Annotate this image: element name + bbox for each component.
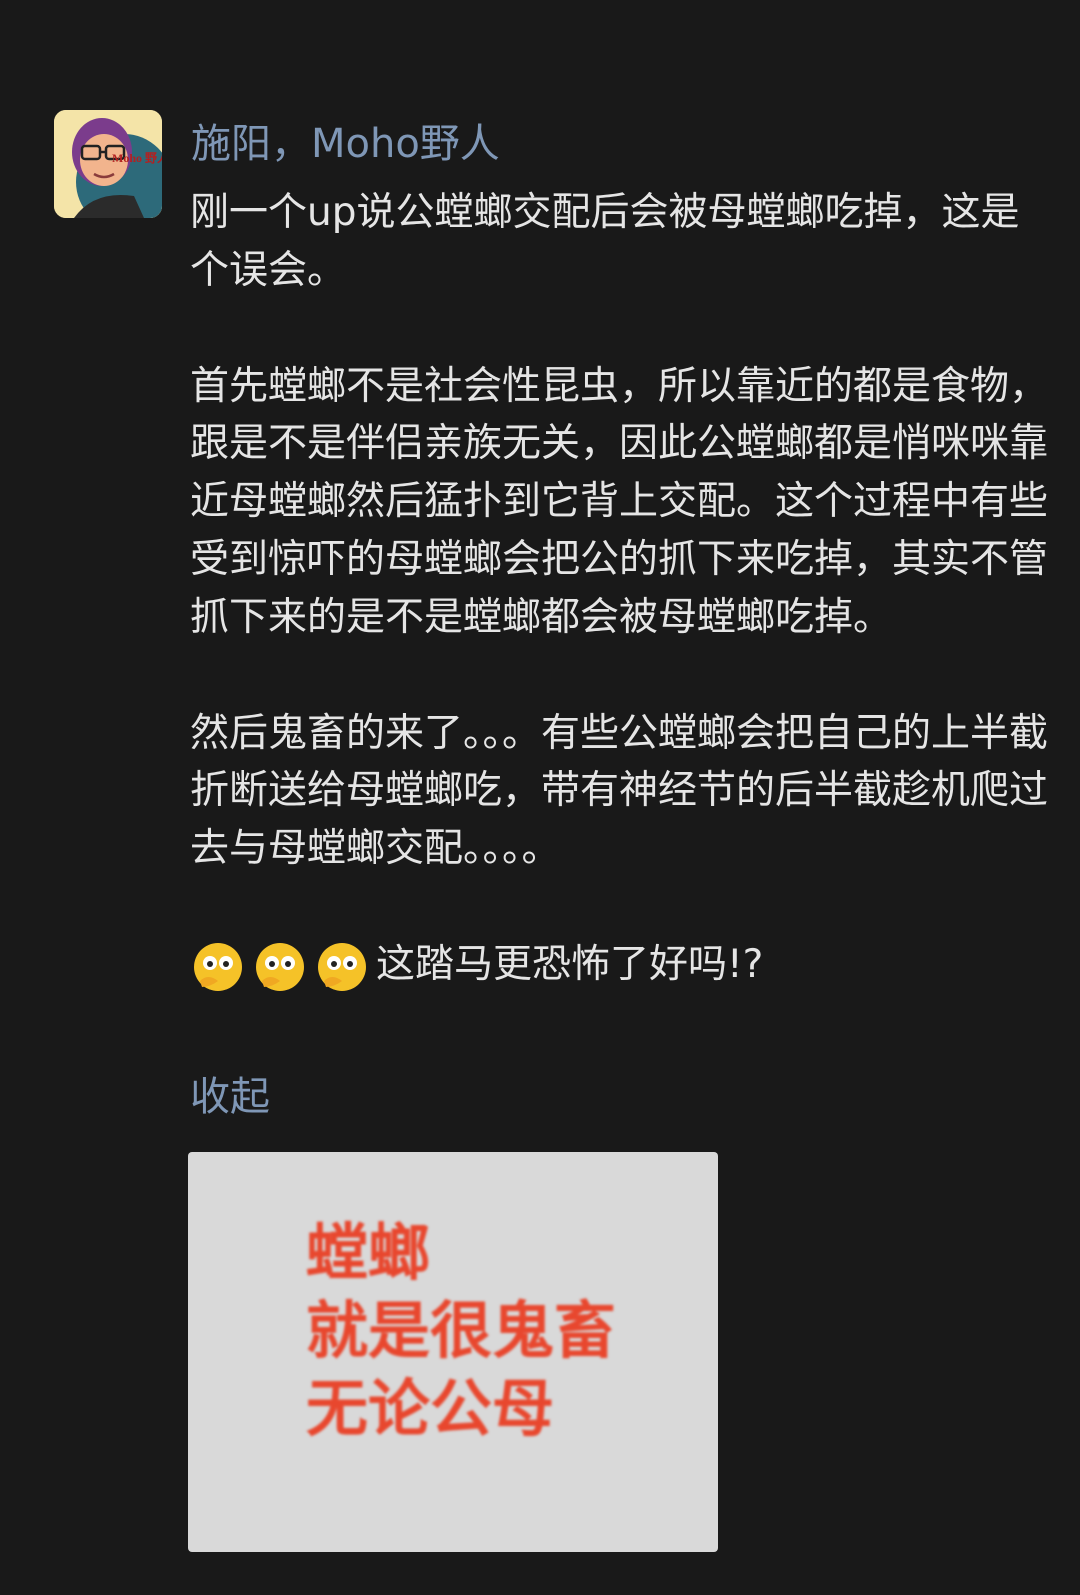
author-name[interactable]: 施阳，Moho野人 [191,114,500,174]
weibo-post: Moho 野人 施阳，Moho野人 刚一个up说公螳螂交配后会被母螳螂吃掉，这是… [0,0,1080,1595]
image-line: 螳螂 [306,1216,431,1289]
collapse-link[interactable]: 收起 [190,1067,270,1127]
post-paragraph: 首先螳螂不是社会性昆虫，所以靠近的都是食物，跟是不是伴侣亲族无关，因此公螳螂都是… [190,363,1049,640]
thinking-face-icon [252,937,308,993]
avatar-text-overlay: Moho 野人 [112,150,162,165]
thinking-face-icon [314,937,370,993]
post-content: 刚一个up说公螳螂交配后会被母螳螂吃掉，这是个误会。 首先螳螂不是社会性昆虫，所… [190,184,1050,994]
image-line: 无论公母 [306,1372,555,1445]
avatar[interactable]: Moho 野人 [54,110,162,218]
image-line: 就是很鬼畜 [306,1294,617,1367]
post-final-text: 这踏马更恐怖了好吗!? [376,941,764,987]
thinking-face-icon [190,937,246,993]
avatar-text: Moho 野人 [112,150,162,165]
post-image[interactable]: 螳螂 就是很鬼畜 无论公母 [188,1152,718,1552]
post-paragraph: 然后鬼畜的来了。。。有些公螳螂会把自己的上半截折断送给母螳螂吃，带有神经节的后半… [190,710,1049,872]
post-final-line: 这踏马更恐怖了好吗!? [190,936,1050,994]
image-caption: 螳螂 就是很鬼畜 无论公母 [306,1214,616,1448]
post-paragraph: 刚一个up说公螳螂交配后会被母螳螂吃掉，这是个误会。 [190,190,1020,293]
